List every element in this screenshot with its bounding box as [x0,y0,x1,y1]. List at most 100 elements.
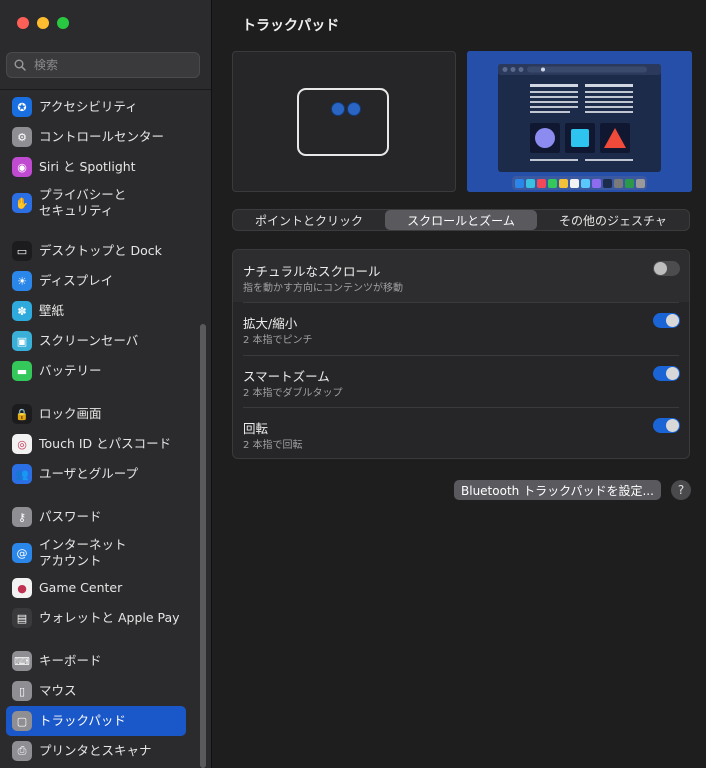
sidebar-item-trackpad[interactable]: ▢ トラックパッド [6,706,186,736]
sidebar-item-label-line: セキュリティ [39,203,114,218]
close-window-button[interactable] [17,17,29,29]
divider [243,355,679,356]
minimize-window-button[interactable] [37,17,49,29]
setting-row-natural-scroll[interactable]: ナチュラルなスクロール 指を動かす方向にコンテンツが移動 [233,250,689,302]
sidebar-item-label: デスクトップと Dock [39,243,162,259]
at-icon: @ [12,543,32,563]
settings-group: ナチュラルなスクロール 指を動かす方向にコンテンツが移動 拡大/縮小 2 本指で… [232,249,690,459]
zoom-window-button[interactable] [57,17,69,29]
sidebar-item-at[interactable]: @ インターネット アカウント [6,535,186,571]
setting-subtitle: 2 本指でダブルタップ [243,388,343,399]
sidebar-item-display[interactable]: ☀ ディスプレイ [6,271,186,291]
setting-title: 拡大/縮小 [243,316,298,331]
setting-row-zoom[interactable]: 拡大/縮小 2 本指でピンチ [233,302,689,354]
sidebar: ✪ アクセシビリティ ⚙ コントロールセンター ◉ Siri と Spotlight ✋ プラ… [0,0,212,768]
sidebar-item-desktop-dock[interactable]: ▭ デスクトップと Dock [6,241,186,261]
toggle-knob [654,262,667,275]
sidebar-item-label: 壁紙 [39,303,64,319]
tab-scroll-and-zoom[interactable]: スクロールとズーム [385,210,537,230]
search-input[interactable] [32,57,186,73]
sidebar-item-label-line: インターネット [39,537,127,552]
toggle-knob [666,367,679,380]
sidebar-item-label-line: ロック画面 [39,406,102,421]
bluetooth-trackpad-setup-button[interactable]: Bluetooth トラックパッドを設定... [454,480,661,500]
natural-scroll-toggle[interactable] [653,261,680,276]
accessibility-icon: ✪ [12,97,32,117]
sidebar-item-label-line: デスクトップと Dock [39,243,162,258]
sidebar-item-label-line: キーボード [39,653,102,668]
sidebar-item-game-center[interactable]: ● Game Center [6,578,186,598]
trackpad-icon: ▢ [12,711,32,731]
sidebar-item-label: スクリーンセーバ [39,333,138,349]
sidebar-item-users[interactable]: 👥 ユーザとグループ [6,464,186,484]
sidebar-item-label-line: Siri と Spotlight [39,159,136,174]
sidebar-divider [0,89,211,90]
trackpad-gesture-preview [232,51,456,192]
sidebar-item-label-line: マウス [39,683,77,698]
sidebar-item-hand[interactable]: ✋ プライバシーと セキュリティ [6,185,186,221]
sidebar-item-label: プリンタとスキャナ [39,743,152,759]
setting-row-rotate[interactable]: 回転 2 本指で回転 [233,407,689,458]
sidebar-item-label-line: コントロールセンター [39,129,165,144]
siri-icon: ◉ [12,157,32,177]
mouse-icon: ▯ [12,681,32,701]
desktop-dock-icon: ▭ [12,241,32,261]
sidebar-item-accessibility[interactable]: ✪ アクセシビリティ [6,97,186,117]
toggle-knob [666,419,679,432]
sidebar-item-label: Game Center [39,580,122,596]
sidebar-item-battery[interactable]: ▬ バッテリー [6,361,186,381]
setting-title: スマートズーム [243,369,330,384]
rotate-toggle[interactable] [653,418,680,433]
page-title: トラックパッド [242,18,340,34]
sidebar-item-siri[interactable]: ◉ Siri と Spotlight [6,157,186,177]
tab-bar: ポイントとクリック スクロールとズーム その他のジェスチャ [232,209,690,231]
search-icon [14,59,26,71]
zoom-in-out-toggle[interactable] [653,313,680,328]
sidebar-item-control-center[interactable]: ⚙ コントロールセンター [6,127,186,147]
divider [243,407,679,408]
wallet-icon: ▤ [12,608,32,628]
sidebar-item-keyboard[interactable]: ⌨ キーボード [6,651,186,671]
sidebar-item-label-line: プリンタとスキャナ [39,743,152,758]
tab-more-gestures[interactable]: その他のジェスチャ [537,210,689,230]
setting-subtitle: 2 本指で回転 [243,440,303,451]
sidebar-item-wallet[interactable]: ▤ ウォレットと Apple Pay [6,608,186,628]
screensaver-icon: ▣ [12,331,32,351]
help-button[interactable]: ? [671,480,691,500]
setting-subtitle: 2 本指でピンチ [243,335,313,346]
sidebar-item-label: ディスプレイ [39,273,113,289]
trackpad-illustration [297,88,389,156]
printer-icon: ⎙ [12,741,32,761]
sidebar-scrollbar[interactable] [200,324,206,768]
setting-subtitle: 指を動かす方向にコンテンツが移動 [243,283,403,294]
control-center-icon: ⚙ [12,127,32,147]
sidebar-item-label-line: プライバシーと [39,187,127,202]
sidebar-item-label: Touch ID とパスコード [39,436,171,452]
sidebar-item-lock[interactable]: 🔒 ロック画面 [6,404,186,424]
sidebar-item-label-line: ウォレットと Apple Pay [39,610,180,625]
finger-dot [347,102,361,116]
smart-zoom-toggle[interactable] [653,366,680,381]
toggle-knob [666,314,679,327]
sidebar-item-label-line: アカウント [39,553,102,568]
tab-point-and-click[interactable]: ポイントとクリック [233,210,385,230]
sidebar-item-printer[interactable]: ⎙ プリンタとスキャナ [6,741,186,761]
sidebar-item-label-line: パスワード [39,509,102,524]
sidebar-item-label-line: Game Center [39,580,123,595]
lock-icon: 🔒 [12,404,32,424]
sidebar-item-wallpaper[interactable]: ✽ 壁紙 [6,301,186,321]
sidebar-item-screensaver[interactable]: ▣ スクリーンセーバ [6,331,186,351]
sidebar-item-label: ウォレットと Apple Pay [39,610,180,626]
search-field[interactable] [6,52,200,78]
battery-icon: ▬ [12,361,32,381]
desktop-preview-illustration [467,51,692,192]
setting-row-smart-zoom[interactable]: スマートズーム 2 本指でダブルタップ [233,355,689,407]
sidebar-item-label: キーボード [39,653,102,669]
sidebar-item-label: バッテリー [39,363,102,379]
keyboard-icon: ⌨ [12,651,32,671]
sidebar-item-label: Siri と Spotlight [39,159,136,175]
display-icon: ☀ [12,271,32,291]
sidebar-item-fingerprint[interactable]: ◎ Touch ID とパスコード [6,434,186,454]
sidebar-item-key[interactable]: ⚷ パスワード [6,507,186,527]
sidebar-item-mouse[interactable]: ▯ マウス [6,681,186,701]
